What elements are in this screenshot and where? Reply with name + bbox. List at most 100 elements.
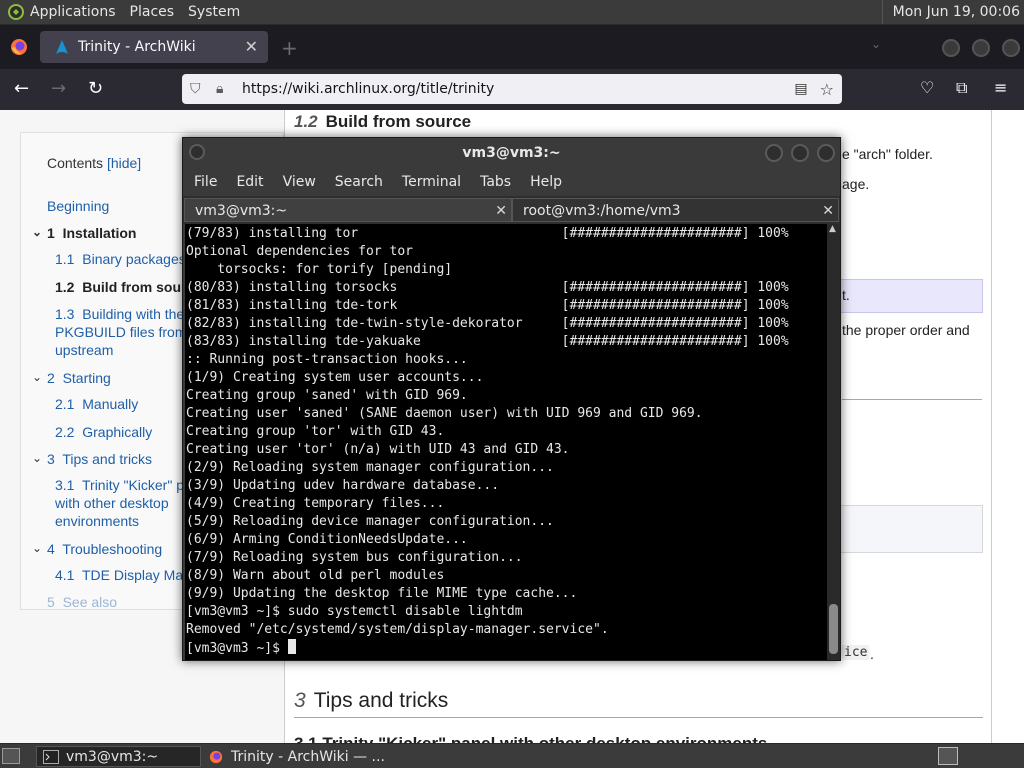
terminal-line: (83/83) installing tde-yakuake [########… <box>186 334 789 349</box>
places-menu[interactable]: Places <box>130 4 175 20</box>
chevron-down-icon[interactable]: ⌄ <box>32 370 42 384</box>
terminal-tab-bar: vm3@vm3:~ ✕ root@vm3:/home/vm3 ✕ <box>183 196 840 224</box>
menu-terminal[interactable]: Terminal <box>402 174 461 190</box>
new-tab-icon[interactable]: + <box>281 36 298 60</box>
firefox-logo-icon <box>11 39 27 55</box>
toc-item-building-pkgbuild[interactable]: 1.3 Building with the <box>55 306 184 322</box>
toc-item-kicker-line2[interactable]: with other desktop <box>55 495 169 511</box>
terminal-tab-root[interactable]: root@vm3:/home/vm3 ✕ <box>512 198 839 222</box>
bookmark-star-icon[interactable]: ☆ <box>820 80 834 99</box>
toc-item-graphically[interactable]: 2.2 Graphically <box>55 424 152 440</box>
toc-hide-link[interactable]: [hide] <box>107 155 141 171</box>
toc-item-troubleshooting[interactable]: ⌄ 4 Troubleshooting <box>32 541 162 557</box>
scrollbar-thumb[interactable] <box>829 604 838 654</box>
terminal-close-button[interactable] <box>817 144 835 162</box>
terminal-icon <box>43 749 59 764</box>
menu-help[interactable]: Help <box>530 174 562 190</box>
taskbar-item-terminal[interactable]: vm3@vm3:~ <box>36 746 201 767</box>
terminal-minimize-button[interactable] <box>765 144 783 162</box>
system-menu[interactable]: System <box>188 4 240 20</box>
menu-tabs[interactable]: Tabs <box>480 174 511 190</box>
back-arrow-icon[interactable]: ← <box>14 78 29 99</box>
window-menu-button[interactable] <box>189 144 205 160</box>
terminal-line: Creating user 'saned' (SANE daemon user)… <box>186 406 703 421</box>
text-fragment-dot: . <box>870 646 874 662</box>
scroll-up-arrow-icon[interactable]: ▲ <box>829 224 836 234</box>
terminal-line: (6/9) Arming ConditionNeedsUpdate... <box>186 532 468 547</box>
toc-item-build-from-source[interactable]: 1.2 Build from source <box>55 279 202 295</box>
url-text[interactable]: https://wiki.archlinux.org/title/trinity <box>242 81 794 97</box>
lock-icon[interactable]: 🔒︎ <box>216 81 234 97</box>
show-desktop-button[interactable] <box>2 748 20 764</box>
toc-item-see-also[interactable]: 5 See also <box>47 594 117 610</box>
pocket-icon[interactable]: ♡ <box>920 78 934 97</box>
toc-item-starting[interactable]: ⌄ 2 Starting <box>32 370 111 386</box>
menu-edit[interactable]: Edit <box>236 174 263 190</box>
toc-item-beginning[interactable]: Beginning <box>47 198 109 214</box>
terminal-line: Optional dependencies for tor <box>186 244 413 259</box>
tracking-shield-icon[interactable]: ⛉ <box>190 81 208 97</box>
chevron-down-icon[interactable]: ⌄ <box>32 451 42 465</box>
toc-item-tde-display-manager[interactable]: 4.1 TDE Display Ma <box>55 567 183 583</box>
terminal-lines: (79/83) installing tor [################… <box>186 225 827 639</box>
terminal-window: vm3@vm3:~ File Edit View Search Terminal… <box>182 137 841 661</box>
terminal-line: Creating group 'tor' with GID 43. <box>186 424 445 439</box>
clock[interactable]: Mon Jun 19, 00:06 <box>881 0 1024 24</box>
url-bar[interactable]: ⛉ 🔒︎ https://wiki.archlinux.org/title/tr… <box>182 74 842 104</box>
terminal-output[interactable]: (79/83) installing tor [################… <box>185 224 827 660</box>
tab-close-icon[interactable]: ✕ <box>245 37 258 56</box>
top-panel: Applications Places System Mon Jun 19, 0… <box>0 0 1024 25</box>
taskbar-item-firefox[interactable]: Trinity - ArchWiki — ... <box>202 746 402 767</box>
terminal-line: (5/9) Reloading device manager configura… <box>186 514 554 529</box>
firefox-icon <box>209 750 223 763</box>
terminal-line: Removed "/etc/systemd/system/display-man… <box>186 622 609 637</box>
menu-search[interactable]: Search <box>335 174 383 190</box>
maximize-window-button[interactable] <box>972 39 990 57</box>
terminal-line: Creating user 'tor' (n/a) with UID 43 an… <box>186 442 570 457</box>
trinity-logo-icon[interactable] <box>8 4 24 20</box>
terminal-line: (2/9) Reloading system manager configura… <box>186 460 554 475</box>
menu-view[interactable]: View <box>283 174 316 190</box>
minimize-window-button[interactable] <box>942 39 960 57</box>
terminal-prompt-line: [vm3@vm3 ~]$ <box>186 639 827 657</box>
toc-item-tips-and-tricks[interactable]: ⌄ 3 Tips and tricks <box>32 451 152 467</box>
toc-item-building-pkgbuild-line2[interactable]: PKGBUILD files from <box>55 324 186 340</box>
extensions-icon[interactable]: ⧉ <box>956 78 967 98</box>
terminal-line: (81/83) installing tde-tork [###########… <box>186 298 789 313</box>
reload-icon[interactable]: ↻ <box>88 78 103 99</box>
toc-item-kicker[interactable]: 3.1 Trinity "Kicker" p <box>55 477 184 493</box>
tab-trinity-archwiki[interactable]: Trinity - ArchWiki ✕ <box>40 31 268 63</box>
menu-file[interactable]: File <box>194 174 217 190</box>
terminal-tab-vm3[interactable]: vm3@vm3:~ ✕ <box>184 198 512 222</box>
toc-item-building-pkgbuild-line3[interactable]: upstream <box>55 342 113 358</box>
terminal-scrollbar[interactable]: ▲ <box>827 224 840 660</box>
terminal-line: :: Running post-transaction hooks... <box>186 352 468 367</box>
terminal-line: (7/9) Reloading system bus configuration… <box>186 550 523 565</box>
close-tab-icon[interactable]: ✕ <box>495 199 507 223</box>
heading-underline <box>294 717 983 718</box>
code-box <box>822 505 983 553</box>
toc-item-manually[interactable]: 2.1 Manually <box>55 396 138 412</box>
section-heading-kicker-partial: 3.1 Trinity "Kicker" panel with other de… <box>294 734 767 743</box>
wiki-right-margin <box>992 110 1024 743</box>
tab-title: Trinity - ArchWiki <box>78 39 196 55</box>
toc-item-kicker-line3[interactable]: environments <box>55 513 139 529</box>
terminal-maximize-button[interactable] <box>791 144 809 162</box>
terminal-titlebar[interactable]: vm3@vm3:~ <box>183 138 840 168</box>
reader-view-icon[interactable]: ▤ <box>794 81 807 97</box>
applications-menu[interactable]: Applications <box>30 4 116 20</box>
terminal-line: (3/9) Updating udev hardware database... <box>186 478 500 493</box>
text-fragment-arch-folder: e "arch" folder. <box>842 146 933 162</box>
terminal-line: (82/83) installing tde-twin-style-dekora… <box>186 316 789 331</box>
close-window-button[interactable] <box>1002 39 1020 57</box>
terminal-line: [vm3@vm3 ~]$ sudo systemctl disable ligh… <box>186 604 523 619</box>
toc-item-binary-packages[interactable]: 1.1 Binary packages <box>55 251 186 267</box>
hamburger-menu-icon[interactable]: ≡ <box>994 78 1007 97</box>
list-all-tabs-icon[interactable]: ⌄ <box>871 37 881 51</box>
forward-arrow-icon[interactable]: → <box>51 78 66 99</box>
workspace-switcher[interactable] <box>938 747 958 765</box>
toc-item-installation[interactable]: ⌄ 1 Installation <box>32 225 136 241</box>
chevron-down-icon[interactable]: ⌄ <box>32 225 42 239</box>
chevron-down-icon[interactable]: ⌄ <box>32 541 42 555</box>
close-tab-icon[interactable]: ✕ <box>822 199 834 223</box>
